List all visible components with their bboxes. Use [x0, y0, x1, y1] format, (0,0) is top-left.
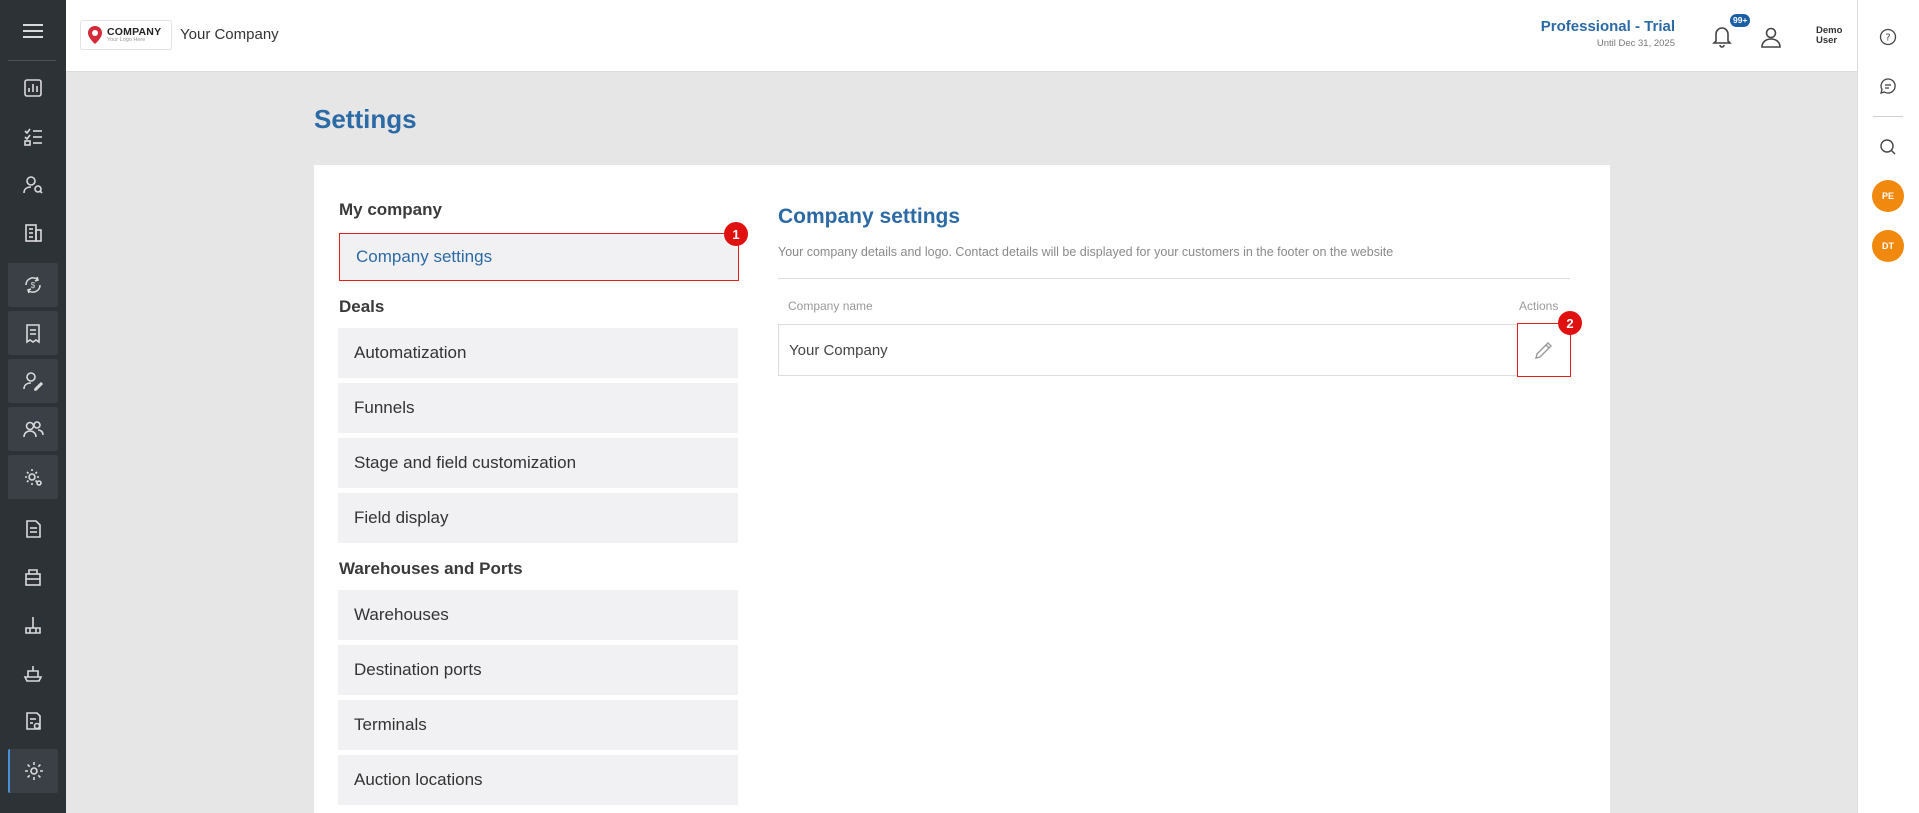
page-title: Settings	[314, 104, 417, 134]
pencil-icon	[1535, 342, 1552, 359]
menu-item-company-settings[interactable]: Company settings	[339, 233, 739, 281]
avatar-pe[interactable]: PE	[1872, 180, 1904, 212]
company-logo: COMPANY Your Logo Here	[80, 20, 172, 50]
help-icon[interactable]: ?	[1875, 24, 1901, 50]
ship-icon	[23, 666, 43, 682]
step-marker-2: 2	[1558, 311, 1582, 335]
settings-card: My company Company settings Deals Automa…	[314, 165, 1610, 813]
sidebar-item-tasks[interactable]	[8, 115, 58, 159]
company-name-cell: Your Company	[789, 341, 888, 359]
menu-item-funnels[interactable]: Funnels	[338, 383, 738, 433]
menu-item-stage-field-customization[interactable]: Stage and field customization	[338, 438, 738, 488]
crane-icon	[25, 617, 41, 634]
receipt-icon	[26, 324, 40, 344]
menu-item-field-display[interactable]: Field display	[338, 493, 738, 543]
user-edit-icon	[23, 372, 44, 391]
plan-title: Professional - Trial	[1540, 18, 1675, 35]
notification-badge: 99+	[1730, 14, 1751, 27]
sidebar-item-reports[interactable]	[8, 699, 58, 743]
chat-icon[interactable]	[1875, 73, 1901, 99]
gear-icon	[25, 762, 43, 780]
report-icon	[26, 712, 41, 730]
sidebar-item-user-settings[interactable]	[8, 455, 58, 499]
document-icon	[26, 520, 41, 538]
company-settings-title: Company settings	[778, 205, 961, 228]
column-header-company-name: Company name	[788, 299, 873, 313]
user-name[interactable]: Demo User	[1816, 26, 1842, 46]
sidebar-item-shipping[interactable]	[8, 651, 58, 695]
currency-cycle-icon: $	[25, 276, 41, 294]
bell-icon[interactable]	[1708, 22, 1736, 50]
left-sidebar: $	[0, 0, 66, 813]
section-deals: Deals	[339, 297, 385, 316]
chart-icon	[24, 79, 42, 97]
users-icon	[23, 421, 44, 438]
plan-expiry: Until Dec 31, 2025	[1596, 38, 1675, 49]
menu-item-warehouses[interactable]: Warehouses	[338, 590, 738, 640]
header-company-name: Your Company	[180, 26, 279, 43]
box-icon	[25, 569, 41, 586]
logo-subtext: Your Logo Here	[107, 37, 146, 43]
building-icon	[25, 224, 42, 242]
search-icon[interactable]	[1875, 134, 1901, 160]
section-warehouses-ports: Warehouses and Ports	[339, 559, 523, 578]
menu-item-destination-ports[interactable]: Destination ports	[338, 645, 738, 695]
menu-item-automatization[interactable]: Automatization	[338, 328, 738, 378]
right-rail: ? PE DT	[1857, 0, 1919, 813]
sidebar-item-invoices[interactable]	[8, 311, 58, 355]
section-my-company: My company	[339, 200, 442, 219]
sidebar-item-dashboard[interactable]	[8, 66, 58, 110]
user-search-icon	[23, 176, 43, 194]
rail-divider	[1873, 116, 1903, 117]
plan-status[interactable]: Professional - Trial Until Dec 31, 2025	[1541, 18, 1675, 49]
sidebar-item-warehouse[interactable]	[8, 555, 58, 599]
location-pin-icon	[88, 26, 102, 44]
user-icon[interactable]	[1758, 24, 1784, 50]
sidebar-item-team[interactable]	[8, 407, 58, 451]
sidebar-item-finance[interactable]: $	[8, 263, 58, 307]
panel-divider	[778, 278, 1570, 279]
avatar-dt[interactable]: DT	[1872, 230, 1904, 262]
svg-text:?: ?	[1885, 33, 1890, 44]
table-row: Your Company	[778, 324, 1570, 376]
svg-text:$: $	[31, 281, 36, 290]
menu-item-terminals[interactable]: Terminals	[338, 700, 738, 750]
company-settings-description: Your company details and logo. Contact d…	[778, 245, 1394, 259]
sidebar-item-ports[interactable]	[8, 603, 58, 647]
checklist-icon	[24, 128, 42, 146]
hamburger-menu-icon[interactable]	[0, 0, 66, 62]
sidebar-item-contacts[interactable]	[8, 163, 58, 207]
sidebar-item-documents[interactable]	[8, 507, 58, 551]
logo-text: COMPANY	[107, 25, 162, 38]
column-header-actions: Actions	[1519, 299, 1559, 313]
sidebar-item-companies[interactable]	[8, 211, 58, 255]
gear-user-icon	[25, 469, 42, 486]
step-marker-1: 1	[724, 222, 748, 246]
sidebar-divider	[8, 60, 56, 61]
sidebar-item-agents[interactable]	[8, 359, 58, 403]
menu-item-auction-locations[interactable]: Auction locations	[338, 755, 738, 805]
top-header: COMPANY Your Logo Here Your Company Prof…	[66, 0, 1857, 72]
user-last-name: User	[1816, 34, 1838, 46]
sidebar-item-settings[interactable]	[8, 749, 58, 793]
